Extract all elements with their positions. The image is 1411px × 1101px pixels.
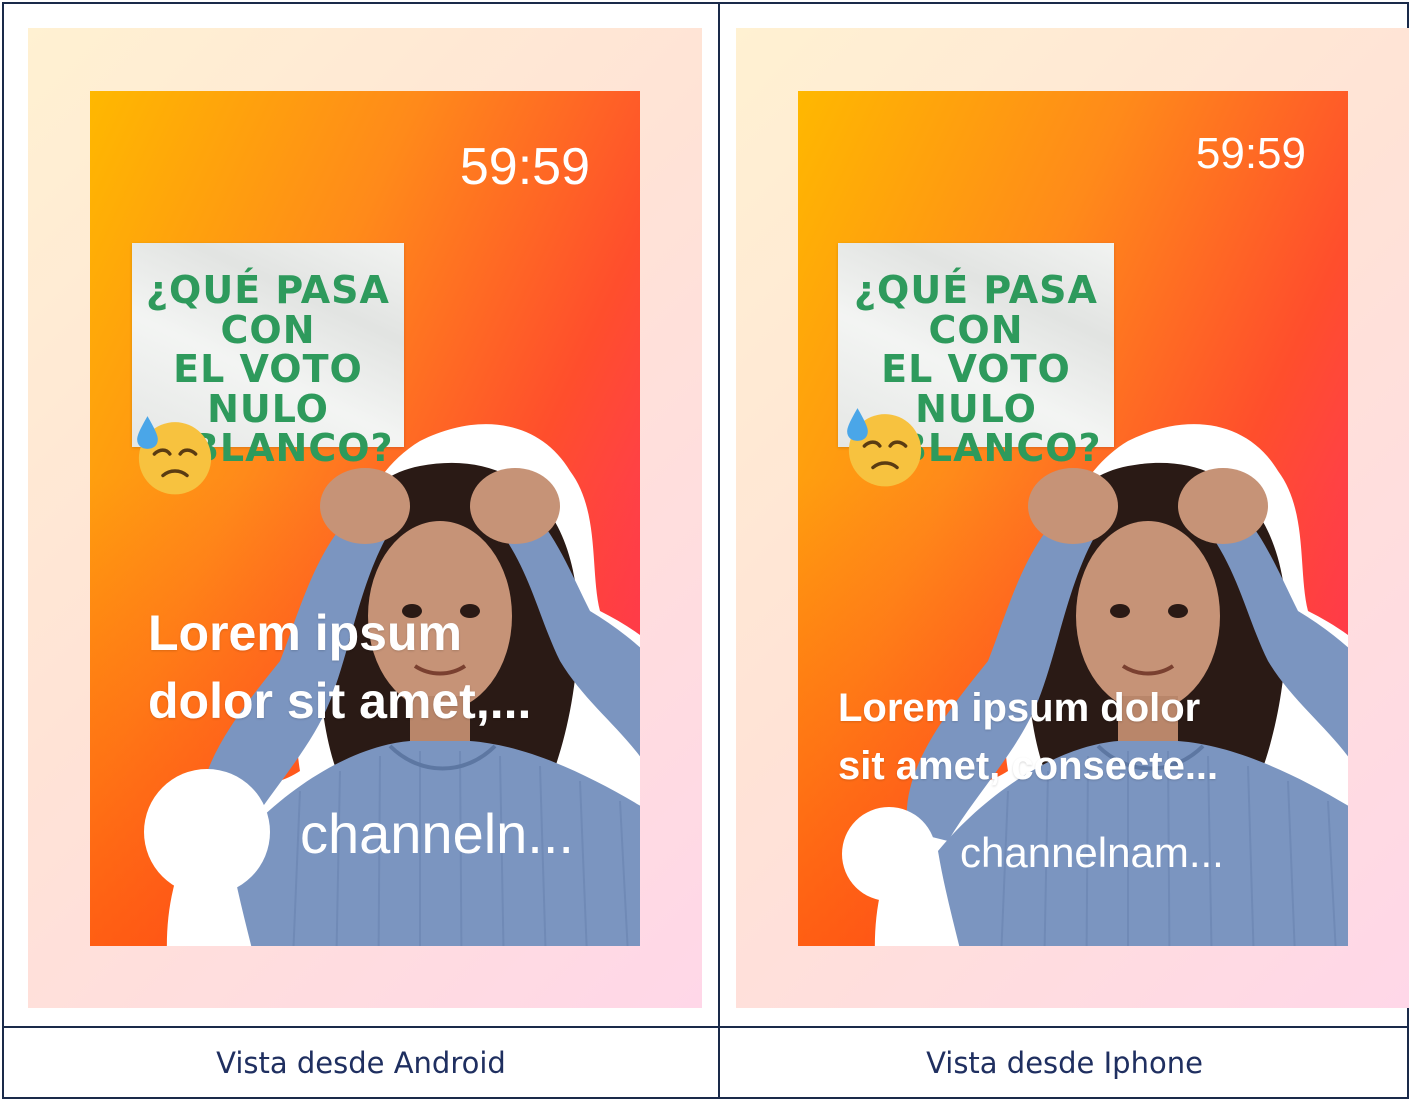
video-title: Lorem ipsum dolor sit amet,... bbox=[148, 605, 532, 729]
timer-label: 59:59 bbox=[459, 138, 590, 196]
channel-avatar[interactable] bbox=[144, 769, 270, 895]
channel-name[interactable]: channelnam... bbox=[960, 829, 1224, 877]
channel-avatar[interactable] bbox=[842, 807, 936, 901]
iphone-caption: Vista desde Iphone bbox=[926, 1046, 1203, 1080]
column-divider bbox=[718, 2, 720, 1099]
story-frame: 59:59 ¿QUÉ PASA CON EL VOTO NULO O BLANC… bbox=[798, 91, 1348, 946]
story-frame: 59:59 ¿QUÉ PASA CON EL VOTO NULO O BLANC… bbox=[90, 91, 640, 946]
android-caption: Vista desde Android bbox=[216, 1046, 506, 1080]
timer-label: 59:59 bbox=[1195, 129, 1306, 178]
android-preview: 59:59 ¿QUÉ PASA CON EL VOTO NULO O BLANC… bbox=[28, 28, 702, 1008]
iphone-preview: 59:59 ¿QUÉ PASA CON EL VOTO NULO O BLANC… bbox=[736, 28, 1409, 1008]
video-title: Lorem ipsum dolor sit amet, consecte... bbox=[838, 686, 1219, 788]
channel-name[interactable]: channeln... bbox=[300, 801, 574, 866]
